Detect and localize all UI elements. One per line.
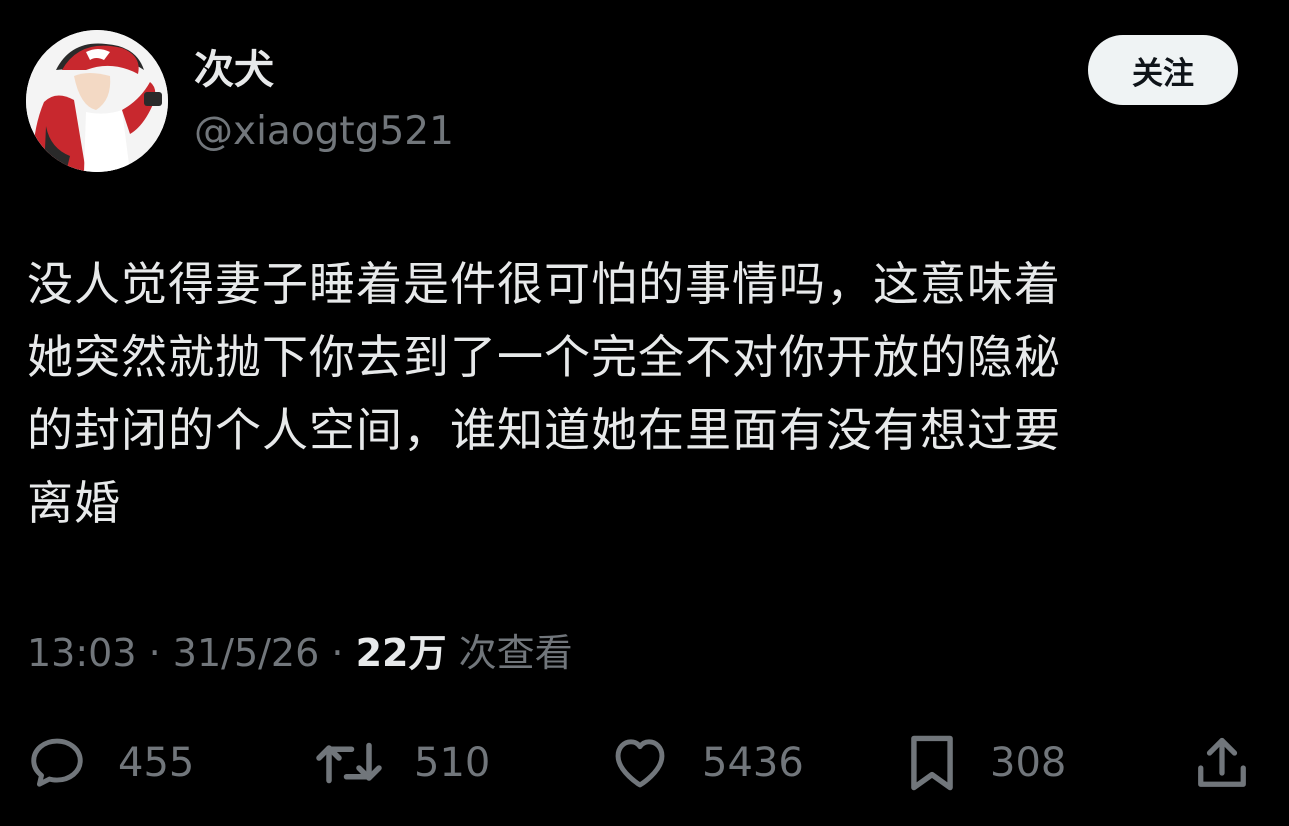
meta-separator: · bbox=[331, 631, 344, 675]
tweet-text-line: 没人觉得妻子睡着是件很可怕的事情吗，这意味着 bbox=[27, 257, 1061, 311]
bookmark-icon bbox=[911, 735, 953, 791]
avatar[interactable] bbox=[26, 30, 168, 172]
heart-icon bbox=[615, 739, 665, 788]
reply-count: 455 bbox=[118, 740, 195, 786]
tweet-text-line: 的封闭的个人空间，谁知道她在里面有没有想过要 bbox=[27, 403, 1061, 457]
like-button[interactable]: 5436 bbox=[608, 728, 804, 798]
tweet-text-line: 她突然就抛下你去到了一个完全不对你开放的隐秘 bbox=[27, 330, 1061, 384]
bookmark-button[interactable]: 308 bbox=[904, 728, 1066, 798]
views-count[interactable]: 22万 bbox=[356, 631, 447, 675]
user-handle[interactable]: @xiaogtg521 bbox=[194, 106, 454, 158]
retweet-icon bbox=[316, 742, 382, 784]
retweet-count: 510 bbox=[414, 740, 491, 786]
tweet-meta: 13:03 · 31/5/26 · 22万 次查看 bbox=[27, 625, 573, 681]
reply-icon bbox=[31, 738, 83, 787]
tweet-text: 没人觉得妻子睡着是件很可怕的事情吗，这意味着 她突然就抛下你去到了一个完全不对你… bbox=[27, 248, 1227, 540]
tweet-time[interactable]: 13:03 bbox=[27, 631, 137, 675]
tweet: 次犬 @xiaogtg521 关注 没人觉得妻子睡着是件很可怕的事情吗，这意味着… bbox=[0, 0, 1289, 826]
like-count: 5436 bbox=[702, 740, 804, 786]
display-name[interactable]: 次犬 bbox=[194, 44, 274, 96]
share-button[interactable] bbox=[1192, 728, 1252, 798]
retweet-button[interactable]: 510 bbox=[314, 728, 490, 798]
avatar-image bbox=[26, 30, 168, 172]
views-label: 次查看 bbox=[458, 631, 573, 675]
meta-separator: · bbox=[148, 631, 161, 675]
tweet-text-line: 离婚 bbox=[27, 476, 121, 530]
share-icon bbox=[1198, 737, 1246, 787]
action-bar: 455 510 5436 308 bbox=[0, 728, 1289, 798]
reply-button[interactable]: 455 bbox=[26, 728, 194, 798]
bookmark-count: 308 bbox=[990, 740, 1067, 786]
tweet-date[interactable]: 31/5/26 bbox=[173, 631, 320, 675]
follow-button[interactable]: 关注 bbox=[1088, 35, 1238, 105]
